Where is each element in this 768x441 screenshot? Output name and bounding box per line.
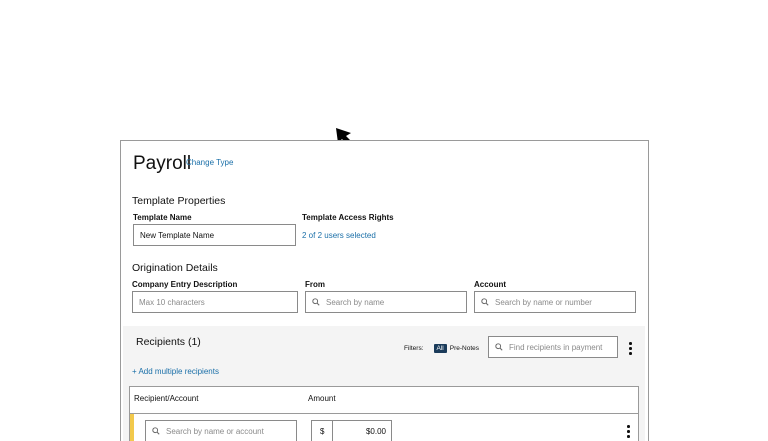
company-entry-input[interactable]: Max 10 characters — [132, 291, 298, 313]
account-search-input[interactable]: Search by name or number — [474, 291, 636, 313]
account-search-placeholder: Search by name or number — [495, 297, 592, 307]
table-header-divider — [130, 413, 638, 414]
company-entry-label: Company Entry Description — [132, 280, 238, 289]
filters-group: Filters: All Pre-Notes — [404, 344, 479, 353]
template-name-label: Template Name — [133, 213, 192, 222]
payroll-template-panel: Payroll Change Type Template Properties … — [120, 140, 649, 441]
recipient-search-placeholder: Search by name or account — [166, 426, 264, 436]
template-access-label: Template Access Rights — [302, 213, 394, 222]
change-type-link[interactable]: Change Type — [186, 158, 233, 167]
search-icon — [312, 298, 320, 306]
col-amount: Amount — [308, 394, 336, 403]
amount-input[interactable]: $0.00 — [332, 420, 392, 441]
recipient-search-input[interactable]: Search by name or account — [145, 420, 297, 441]
origination-details-heading: Origination Details — [132, 262, 218, 274]
kebab-menu-icon[interactable] — [629, 342, 632, 357]
search-icon — [481, 298, 489, 306]
row-status-marker — [130, 414, 134, 441]
filter-prenotes-chip[interactable]: Pre-Notes — [450, 345, 479, 352]
search-icon — [495, 343, 503, 351]
filters-label: Filters: — [404, 345, 424, 352]
account-label: Account — [474, 280, 506, 289]
currency-prefix: $ — [311, 420, 333, 441]
template-properties-heading: Template Properties — [132, 195, 226, 207]
recipients-table: Recipient/Account Amount Search by name … — [129, 386, 639, 441]
recipients-heading: Recipients (1) — [136, 336, 201, 348]
filter-all-chip[interactable]: All — [433, 344, 447, 353]
search-icon — [152, 427, 160, 435]
company-entry-placeholder: Max 10 characters — [139, 297, 205, 307]
row-kebab-menu-icon[interactable] — [627, 425, 630, 440]
from-search-placeholder: Search by name — [326, 297, 385, 307]
template-name-value: New Template Name — [140, 230, 215, 240]
from-label: From — [305, 280, 325, 289]
template-access-link[interactable]: 2 of 2 users selected — [302, 231, 376, 240]
find-recipients-placeholder: Find recipients in payment — [509, 342, 603, 352]
from-search-input[interactable]: Search by name — [305, 291, 467, 313]
template-name-input[interactable]: New Template Name — [133, 224, 296, 246]
col-recipient-account: Recipient/Account — [134, 394, 199, 403]
find-recipients-input[interactable]: Find recipients in payment — [488, 336, 618, 358]
add-multiple-recipients-link[interactable]: + Add multiple recipients — [132, 367, 219, 376]
amount-value: $0.00 — [365, 426, 386, 436]
page-title: Payroll — [133, 153, 192, 174]
